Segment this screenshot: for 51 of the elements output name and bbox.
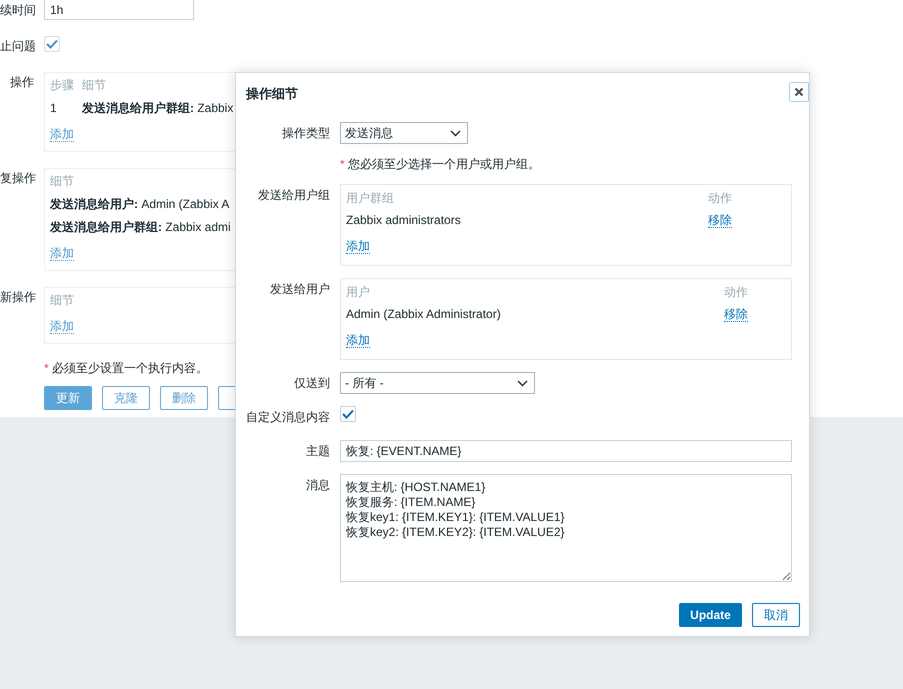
field-label: 操作 xyxy=(9,74,34,91)
required-note: * 您必须至少选择一个用户或用户组。 xyxy=(340,156,542,172)
dialog-title: 操作细节 xyxy=(246,85,298,103)
field-label: 发送给用户 xyxy=(269,281,330,298)
update-button[interactable]: Update xyxy=(679,603,742,627)
field-label: 主题 xyxy=(305,443,330,460)
table-cell-text: 发送消息给用户群组: Zabbix xyxy=(82,100,234,117)
form-button[interactable]: 克隆 xyxy=(102,386,150,410)
subject-field[interactable]: 恢复: {EVENT.NAME} xyxy=(340,440,792,462)
table-cell-text: Zabbix administrators xyxy=(346,212,461,229)
field-label: 新操作 xyxy=(0,289,34,306)
checkbox[interactable] xyxy=(44,36,60,52)
column-header: 细节 xyxy=(50,173,74,190)
table-cell-text: Admin (Zabbix Administrator) xyxy=(346,306,501,323)
form-button[interactable]: 删除 xyxy=(160,386,208,410)
field-label: 仅送到 xyxy=(293,375,330,392)
table-cell-text: 发送消息给用户: Admin (Zabbix A xyxy=(50,196,230,213)
message-field[interactable]: 恢复主机: {HOST.NAME1} 恢复服务: {ITEM.NAME} 恢复key1: {ITEM.KEY1}: {ITEM.VALUE1} 恢复key2: {ITEM.KEY2}: {ITEM.VALUE2} xyxy=(340,474,792,582)
field-label: 发送给用户组 xyxy=(257,187,330,204)
chevron-down-icon xyxy=(517,380,528,386)
duration-field[interactable]: 1h xyxy=(44,0,194,20)
table-cell-text: 1 xyxy=(50,100,58,117)
send-only-to-select[interactable]: - 所有 - xyxy=(340,372,535,394)
column-header: 动作 xyxy=(724,284,749,301)
column-header: 步骤 xyxy=(50,77,75,94)
operation-type-select[interactable]: 发送消息 xyxy=(340,122,468,144)
close-icon[interactable] xyxy=(789,82,809,102)
add-link[interactable]: 添加 xyxy=(346,239,370,254)
field-label: 自定义消息内容 xyxy=(246,409,330,426)
field-label: 复操作 xyxy=(0,170,34,187)
add-link[interactable]: 添加 xyxy=(50,127,74,142)
checkbox[interactable] xyxy=(340,406,356,422)
column-header: 动作 xyxy=(708,190,733,207)
add-link[interactable]: 添加 xyxy=(50,246,74,261)
add-link[interactable]: 添加 xyxy=(50,319,74,334)
cancel-button[interactable]: 取消 xyxy=(752,603,800,627)
field-label: 消息 xyxy=(305,477,330,494)
field-label: 续时间 xyxy=(0,2,34,19)
chevron-down-icon xyxy=(450,130,461,136)
column-header: 用户群组 xyxy=(346,190,394,207)
column-header: 用户 xyxy=(346,284,370,301)
field-label: 操作类型 xyxy=(281,125,330,142)
add-link[interactable]: 添加 xyxy=(346,333,370,348)
update-button[interactable]: 更新 xyxy=(44,386,92,410)
column-header: 细节 xyxy=(82,77,106,94)
required-note: * 必须至少设置一个执行内容。 xyxy=(44,361,208,375)
field-label: 止问题 xyxy=(0,38,34,55)
table-cell-text: 发送消息给用户群组: Zabbix admi xyxy=(50,219,231,236)
remove-link[interactable]: 移除 xyxy=(708,213,732,228)
column-header: 细节 xyxy=(50,292,74,309)
remove-link[interactable]: 移除 xyxy=(724,307,748,322)
